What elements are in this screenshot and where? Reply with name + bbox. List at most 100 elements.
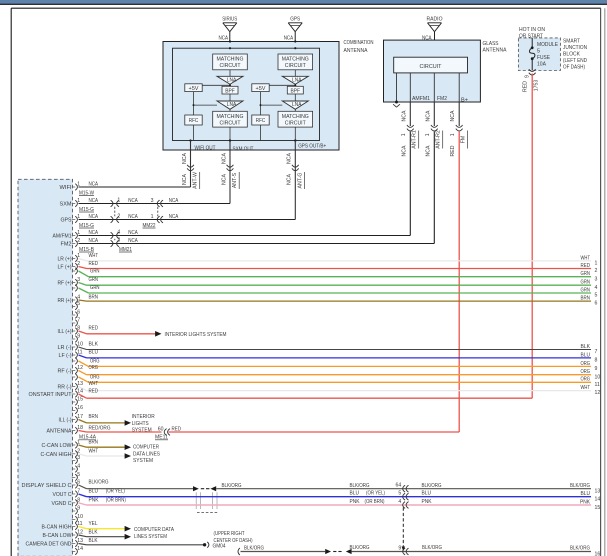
svg-text:BLK/ORG: BLK/ORG — [422, 545, 442, 551]
svg-text:NCA: NCA — [169, 198, 179, 204]
svg-text:3: 3 — [595, 276, 598, 282]
svg-text:B-CAN LOW: B-CAN LOW — [43, 533, 72, 539]
svg-text:FM: FM — [461, 136, 467, 144]
svg-text:LIGHTS: LIGHTS — [132, 421, 149, 427]
svg-text:RED: RED — [450, 145, 456, 156]
svg-text:BLK/ORG: BLK/ORG — [350, 545, 370, 551]
svg-text:ANT-G: ANT-G — [298, 173, 304, 189]
svg-text:9: 9 — [525, 75, 531, 78]
svg-text:C-CAN LOW: C-CAN LOW — [42, 443, 72, 449]
svg-text:9: 9 — [77, 334, 80, 340]
svg-text:9: 9 — [595, 366, 598, 372]
svg-text:13: 13 — [77, 381, 83, 387]
svg-text:2: 2 — [117, 214, 120, 220]
svg-text:RR (+): RR (+) — [58, 298, 72, 304]
svg-text:BLK: BLK — [89, 530, 98, 536]
svg-text:(UPPER RIGHT: (UPPER RIGHT — [214, 531, 245, 537]
svg-text:NCA: NCA — [401, 145, 407, 156]
svg-text:BLK: BLK — [581, 344, 591, 350]
svg-text:7: 7 — [77, 318, 80, 324]
svg-text:FM2: FM2 — [61, 242, 72, 248]
svg-text:NCA: NCA — [89, 182, 99, 188]
svg-text:NCA: NCA — [287, 152, 293, 163]
svg-text:11: 11 — [77, 350, 82, 356]
svg-text:BLU: BLU — [581, 491, 591, 497]
svg-text:3: 3 — [151, 198, 154, 204]
svg-text:12: 12 — [77, 365, 83, 371]
svg-text:WHT: WHT — [581, 385, 591, 391]
svg-text:16: 16 — [77, 405, 83, 411]
svg-text:+5V: +5V — [189, 86, 200, 92]
svg-text:SXM: SXM — [60, 202, 72, 208]
svg-text:BRN: BRN — [581, 296, 591, 302]
svg-text:BRN: BRN — [89, 440, 99, 446]
svg-text:15: 15 — [595, 505, 601, 511]
svg-text:NCA: NCA — [182, 173, 188, 184]
svg-text:NCA: NCA — [425, 110, 431, 121]
svg-text:13: 13 — [595, 489, 601, 495]
svg-text:NCA: NCA — [128, 230, 138, 236]
svg-text:5: 5 — [77, 301, 80, 307]
svg-text:HOT IN ON: HOT IN ON — [519, 27, 545, 33]
svg-text:LNA: LNA — [227, 77, 237, 83]
svg-text:RED/ORG: RED/ORG — [89, 426, 111, 432]
svg-text:NCA: NCA — [219, 36, 229, 42]
svg-text:17: 17 — [77, 414, 83, 420]
svg-text:ANTENNA: ANTENNA — [47, 429, 72, 435]
svg-text:MATCHING: MATCHING — [282, 57, 309, 63]
svg-text:LINES SYSTEM: LINES SYSTEM — [134, 534, 167, 540]
svg-text:(OR BRN): (OR BRN) — [365, 499, 385, 505]
svg-text:MATCHING: MATCHING — [217, 57, 244, 63]
svg-text:2: 2 — [595, 268, 598, 274]
svg-text:(LEFT END: (LEFT END — [563, 58, 587, 64]
svg-text:ORG: ORG — [581, 361, 591, 367]
svg-text:RED: RED — [89, 261, 99, 267]
svg-text:FM2: FM2 — [437, 96, 447, 102]
svg-text:LNA: LNA — [292, 102, 302, 108]
svg-text:CAMERA DET GND: CAMERA DET GND — [26, 542, 72, 548]
svg-text:GRN: GRN — [581, 280, 591, 286]
svg-text:SYSTEM: SYSTEM — [132, 428, 152, 434]
svg-text:RED: RED — [581, 263, 591, 269]
svg-text:(OR YEL): (OR YEL) — [106, 489, 125, 495]
svg-text:ANT-W: ANT-W — [193, 172, 199, 189]
svg-text:YEL: YEL — [89, 521, 99, 527]
svg-text:NCA: NCA — [221, 173, 227, 184]
svg-text:B-CAN HIGH: B-CAN HIGH — [42, 525, 72, 531]
svg-text:PNK: PNK — [350, 499, 360, 505]
svg-text:DATA LINES: DATA LINES — [133, 451, 160, 457]
svg-text:ANT-S: ANT-S — [232, 172, 238, 188]
svg-text:BLK/ORG: BLK/ORG — [350, 483, 370, 489]
svg-text:BPF: BPF — [291, 88, 301, 94]
svg-text:NCA: NCA — [89, 214, 99, 220]
svg-text:BLU: BLU — [89, 489, 99, 495]
svg-text:RADIO: RADIO — [427, 17, 443, 23]
svg-text:NCA: NCA — [89, 230, 99, 236]
svg-text:NCA: NCA — [287, 173, 293, 184]
svg-text:SMART: SMART — [563, 39, 580, 45]
svg-text:LNA: LNA — [292, 77, 302, 83]
svg-text:1: 1 — [450, 133, 456, 136]
svg-text:GRN: GRN — [581, 271, 591, 277]
svg-text:LNA: LNA — [227, 102, 237, 108]
svg-text:ANTENNA: ANTENNA — [344, 48, 368, 54]
svg-text:RED: RED — [89, 326, 99, 332]
svg-text:NCA: NCA — [128, 214, 138, 220]
svg-text:1: 1 — [117, 198, 120, 204]
svg-text:BLU: BLU — [89, 350, 99, 356]
svg-text:AMFM1: AMFM1 — [412, 96, 430, 102]
svg-text:6: 6 — [595, 301, 598, 307]
svg-text:7: 7 — [595, 349, 598, 355]
svg-text:BLK/ORG: BLK/ORG — [244, 546, 264, 552]
svg-text:BPF: BPF — [225, 88, 235, 94]
svg-text:CIRCUIT: CIRCUIT — [220, 63, 242, 69]
svg-text:ORG: ORG — [581, 377, 591, 383]
svg-text:VGND C: VGND C — [52, 501, 72, 507]
svg-text:12: 12 — [595, 390, 601, 396]
svg-text:NCA: NCA — [182, 152, 188, 163]
svg-text:BLK/ORG: BLK/ORG — [570, 545, 590, 551]
svg-text:COMPUTER: COMPUTER — [133, 445, 159, 451]
svg-text:GPS: GPS — [290, 17, 300, 23]
svg-text:JUNCTION: JUNCTION — [563, 45, 587, 51]
svg-text:12: 12 — [77, 530, 83, 536]
